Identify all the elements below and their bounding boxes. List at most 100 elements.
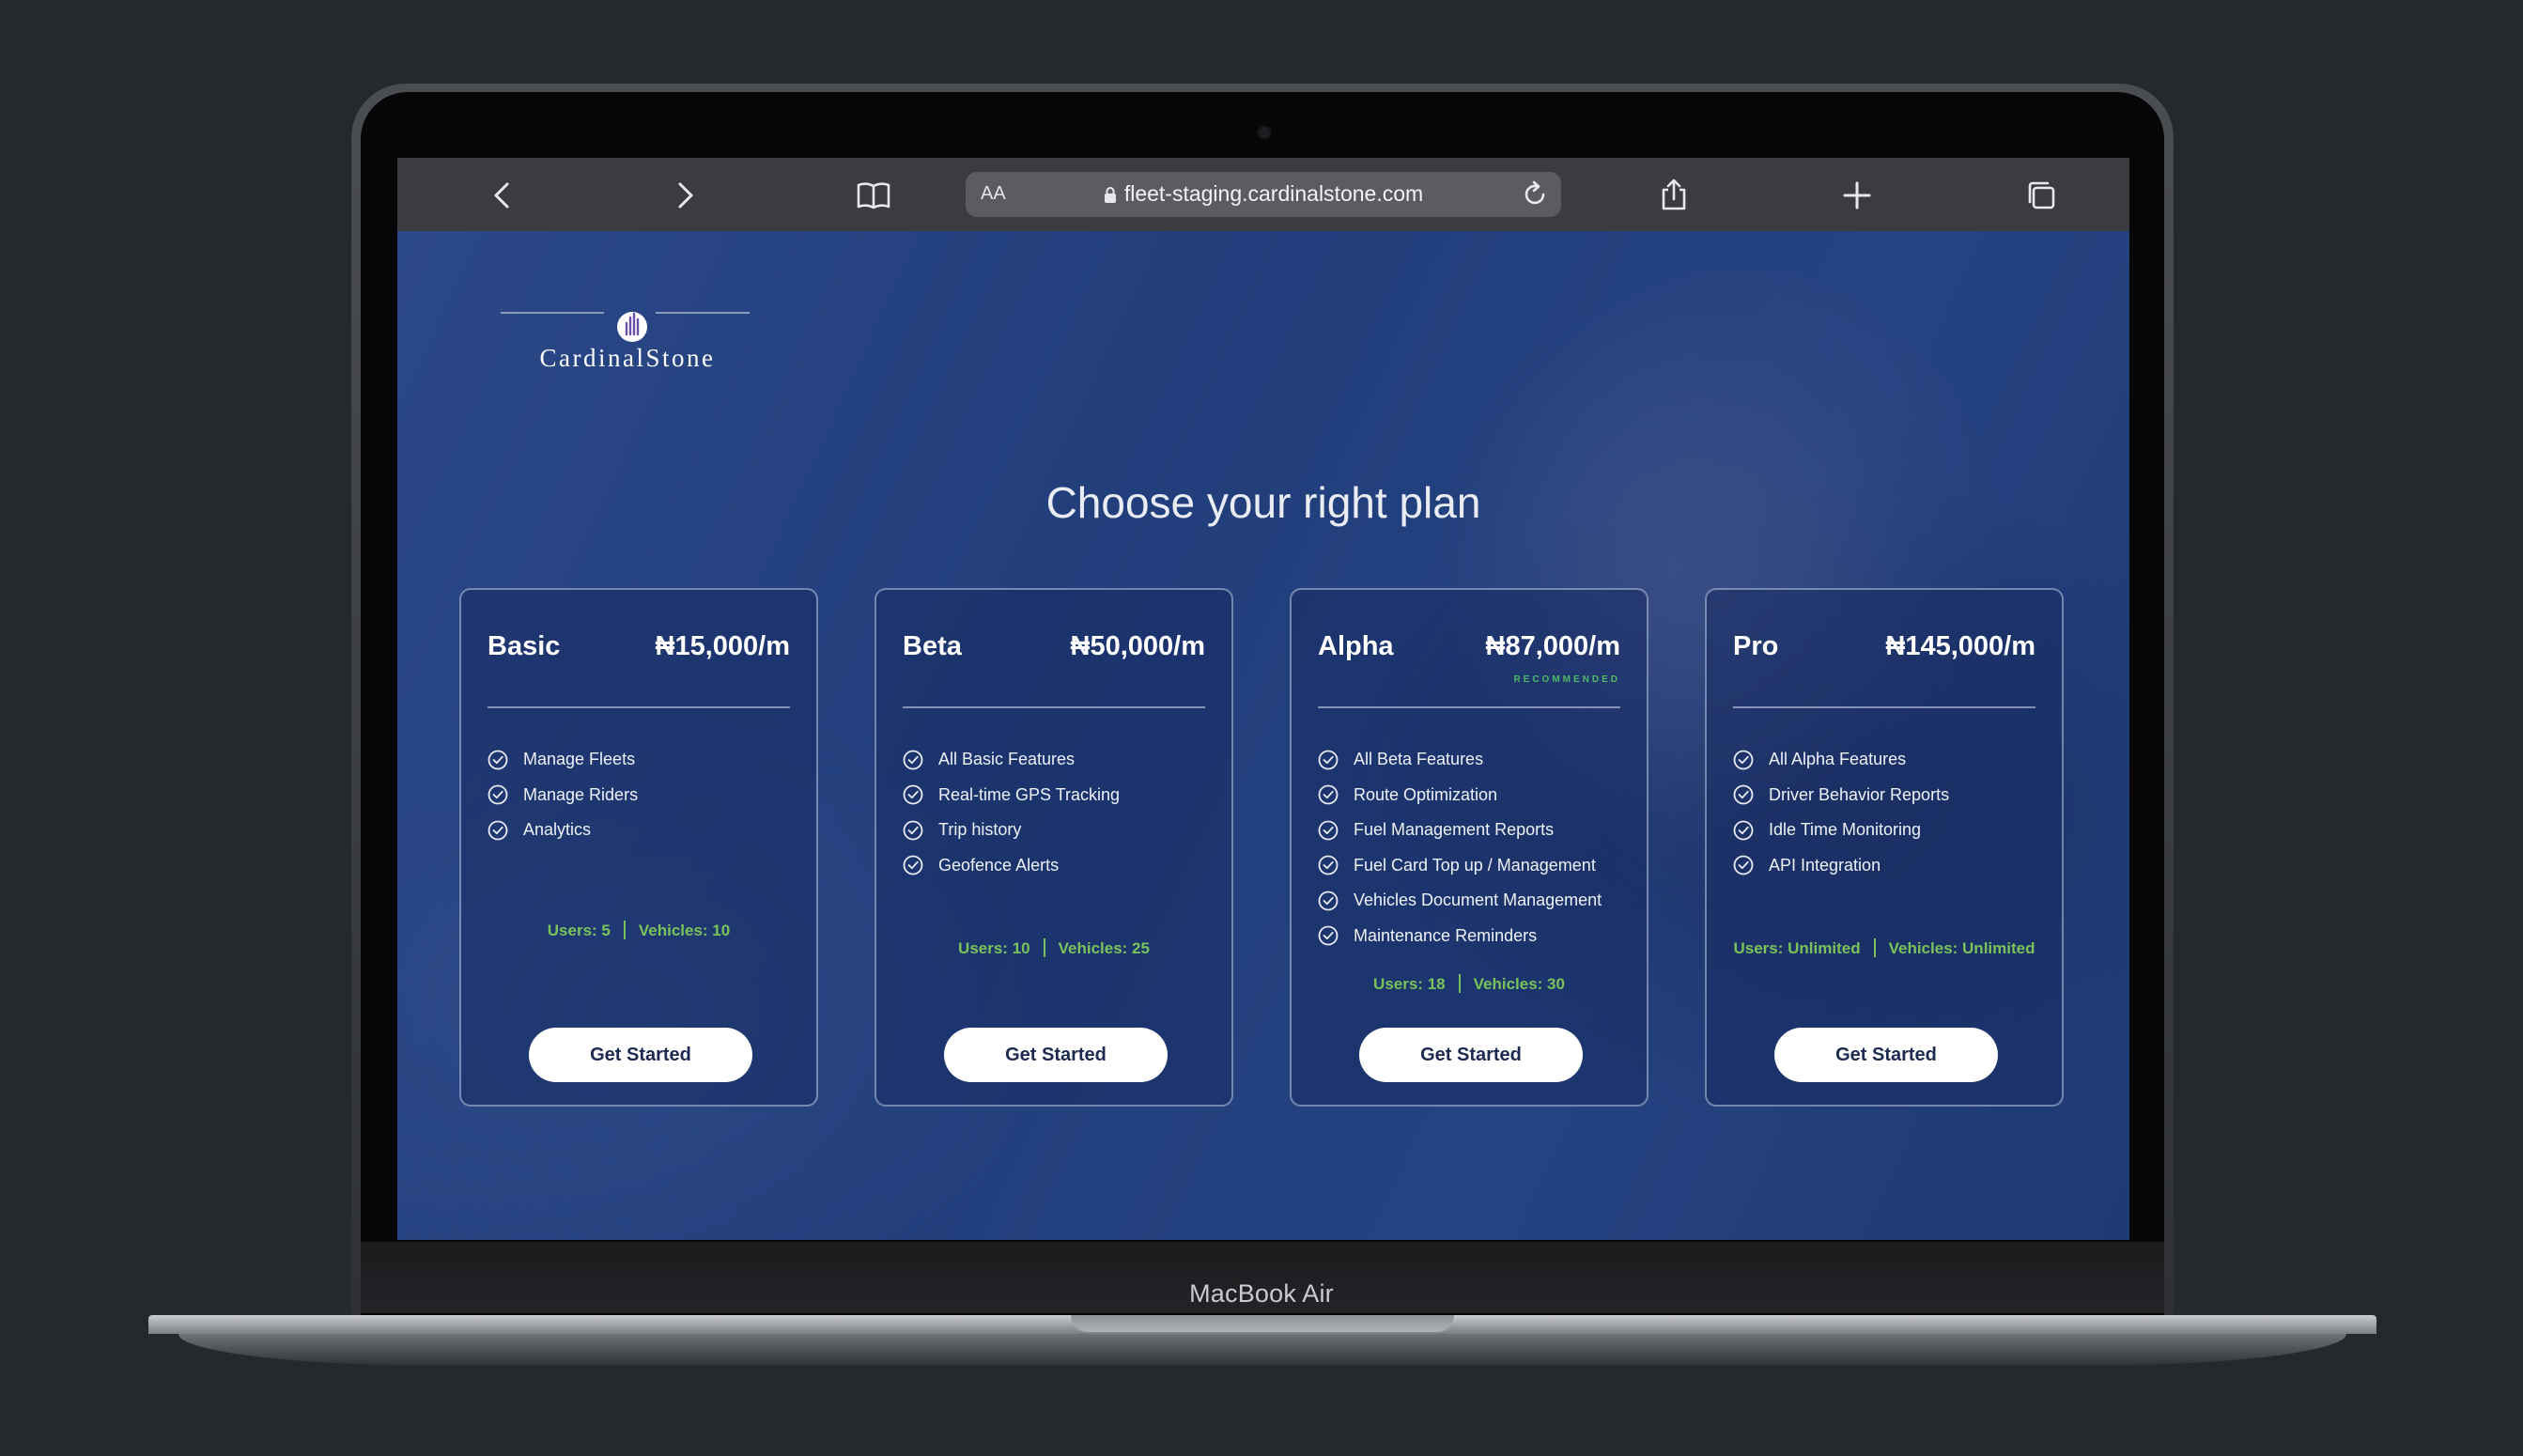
check-circle-icon — [1318, 784, 1339, 805]
feature-item: Real-time GPS Tracking — [903, 778, 1222, 813]
plan-limits: Users: Unlimited Vehicles: Unlimited — [1707, 938, 2062, 958]
users-limit: Users: 5 — [547, 922, 611, 939]
feature-item: All Basic Features — [903, 742, 1222, 778]
get-started-button[interactable]: Get Started — [944, 1028, 1168, 1082]
vehicles-limit: Vehicles: 30 — [1473, 975, 1565, 993]
feature-item: Idle Time Monitoring — [1733, 813, 2052, 848]
feature-list: Manage Fleets Manage Riders Analytics — [488, 742, 807, 848]
plan-limits: Users: 18 Vehicles: 30 — [1292, 974, 1647, 994]
feature-item: Fuel Management Reports — [1318, 813, 1637, 848]
share-icon[interactable] — [1653, 175, 1695, 216]
pricing-page: CardinalStone Choose your right plan Bas… — [397, 231, 2129, 1240]
feature-label: All Beta Features — [1354, 750, 1484, 769]
feature-item: Manage Fleets — [488, 742, 807, 778]
feature-label: Manage Riders — [523, 784, 639, 804]
plan-limits: Users: 5 Vehicles: 10 — [461, 921, 816, 940]
tabs-icon[interactable] — [2021, 175, 2063, 216]
feature-label: Trip history — [938, 820, 1022, 840]
recommended-badge: RECOMMENDED — [1513, 674, 1620, 685]
feature-label: Manage Fleets — [523, 750, 636, 769]
vehicles-limit: Vehicles: Unlimited — [1888, 939, 2035, 957]
address-bar[interactable]: AA fleet-staging.cardinalstone.com — [966, 172, 1561, 217]
check-circle-icon — [1733, 750, 1754, 770]
plan-name: Pro — [1733, 631, 1779, 661]
feature-item: Geofence Alerts — [903, 848, 1222, 884]
plan-card-basic: Basic ₦15,000/m Manage Fleets Manage Rid… — [459, 588, 818, 1107]
plan-card-beta: Beta ₦50,000/m All Basic Features Real-t… — [875, 588, 1233, 1107]
vehicles-limit: Vehicles: 25 — [1058, 939, 1150, 957]
feature-label: Geofence Alerts — [938, 855, 1060, 875]
card-divider — [488, 706, 790, 708]
plan-price: ₦87,000/m — [1485, 631, 1621, 661]
feature-item: All Beta Features — [1318, 742, 1637, 778]
feature-label: Fuel Management Reports — [1354, 820, 1555, 840]
limits-separator — [1873, 938, 1876, 957]
feature-label: All Basic Features — [938, 750, 1076, 769]
check-circle-icon — [1733, 820, 1754, 841]
check-circle-icon — [903, 750, 923, 770]
logo-mark-icon — [617, 312, 647, 342]
check-circle-icon — [488, 750, 508, 770]
reload-icon[interactable] — [1520, 179, 1550, 209]
plan-name: Alpha — [1318, 631, 1394, 661]
feature-list: All Beta Features Route Optimization Fue… — [1318, 742, 1637, 953]
feature-label: Fuel Card Top up / Management — [1354, 855, 1596, 875]
laptop-base-shadow — [178, 1334, 2346, 1366]
feature-item: Driver Behavior Reports — [1733, 778, 2052, 813]
plus-icon[interactable] — [1836, 175, 1878, 216]
check-circle-icon — [903, 855, 923, 875]
plan-name: Beta — [903, 631, 962, 661]
feature-item: Trip history — [903, 813, 1222, 848]
url-display[interactable]: fleet-staging.cardinalstone.com — [966, 181, 1561, 207]
get-started-button[interactable]: Get Started — [1774, 1028, 1998, 1082]
feature-item: Vehicles Document Management — [1318, 883, 1637, 919]
check-circle-icon — [1733, 784, 1754, 805]
feature-item: API Integration — [1733, 848, 2052, 884]
logo-rule-right — [656, 312, 750, 314]
plan-price: ₦145,000/m — [1885, 631, 2035, 661]
cardinalstone-logo[interactable]: CardinalStone — [501, 306, 754, 381]
card-divider — [903, 706, 1205, 708]
book-icon[interactable] — [853, 175, 894, 216]
feature-item: All Alpha Features — [1733, 742, 2052, 778]
check-circle-icon — [1733, 855, 1754, 875]
check-circle-icon — [1318, 750, 1339, 770]
feature-label: Analytics — [523, 820, 592, 840]
check-circle-icon — [1318, 820, 1339, 841]
plan-name: Basic — [488, 631, 561, 661]
feature-list: All Basic Features Real-time GPS Trackin… — [903, 742, 1222, 883]
feature-label: All Alpha Features — [1769, 750, 1907, 769]
url-text: fleet-staging.cardinalstone.com — [1123, 181, 1424, 206]
feature-item: Analytics — [488, 813, 807, 848]
plan-limits: Users: 10 Vehicles: 25 — [876, 938, 1231, 958]
chevron-left-icon[interactable] — [482, 175, 523, 216]
feature-label: Vehicles Document Management — [1354, 891, 1602, 910]
check-circle-icon — [1318, 891, 1339, 911]
laptop-opening-notch — [1071, 1315, 1454, 1332]
logo-rule-left — [501, 312, 604, 314]
feature-item: Route Optimization — [1318, 778, 1637, 813]
check-circle-icon — [903, 784, 923, 805]
card-divider — [1733, 706, 2035, 708]
feature-label: Driver Behavior Reports — [1769, 784, 1950, 804]
browser-toolbar: AA fleet-staging.cardinalstone.com — [397, 158, 2129, 231]
get-started-button[interactable]: Get Started — [1359, 1028, 1583, 1082]
feature-label: Real-time GPS Tracking — [938, 784, 1121, 804]
feature-item: Maintenance Reminders — [1318, 919, 1637, 954]
plan-price: ₦50,000/m — [1070, 631, 1206, 661]
feature-list: All Alpha Features Driver Behavior Repor… — [1733, 742, 2052, 883]
plan-price: ₦15,000/m — [655, 631, 791, 661]
check-circle-icon — [488, 784, 508, 805]
camera-icon — [1257, 125, 1272, 140]
feature-item: Fuel Card Top up / Management — [1318, 848, 1637, 884]
users-limit: Users: 10 — [958, 939, 1030, 957]
laptop-screen: AA fleet-staging.cardinalstone.com Cardi… — [397, 158, 2129, 1240]
card-divider — [1318, 706, 1620, 708]
chevron-right-icon[interactable] — [664, 175, 705, 216]
logo-wordmark: CardinalStone — [539, 344, 716, 372]
feature-label: Idle Time Monitoring — [1769, 820, 1922, 840]
plan-card-pro: Pro ₦145,000/m All Alpha Features Driver… — [1705, 588, 2064, 1107]
page-title: Choose your right plan — [1045, 478, 1481, 527]
get-started-button[interactable]: Get Started — [529, 1028, 752, 1082]
limits-separator — [1458, 974, 1461, 993]
